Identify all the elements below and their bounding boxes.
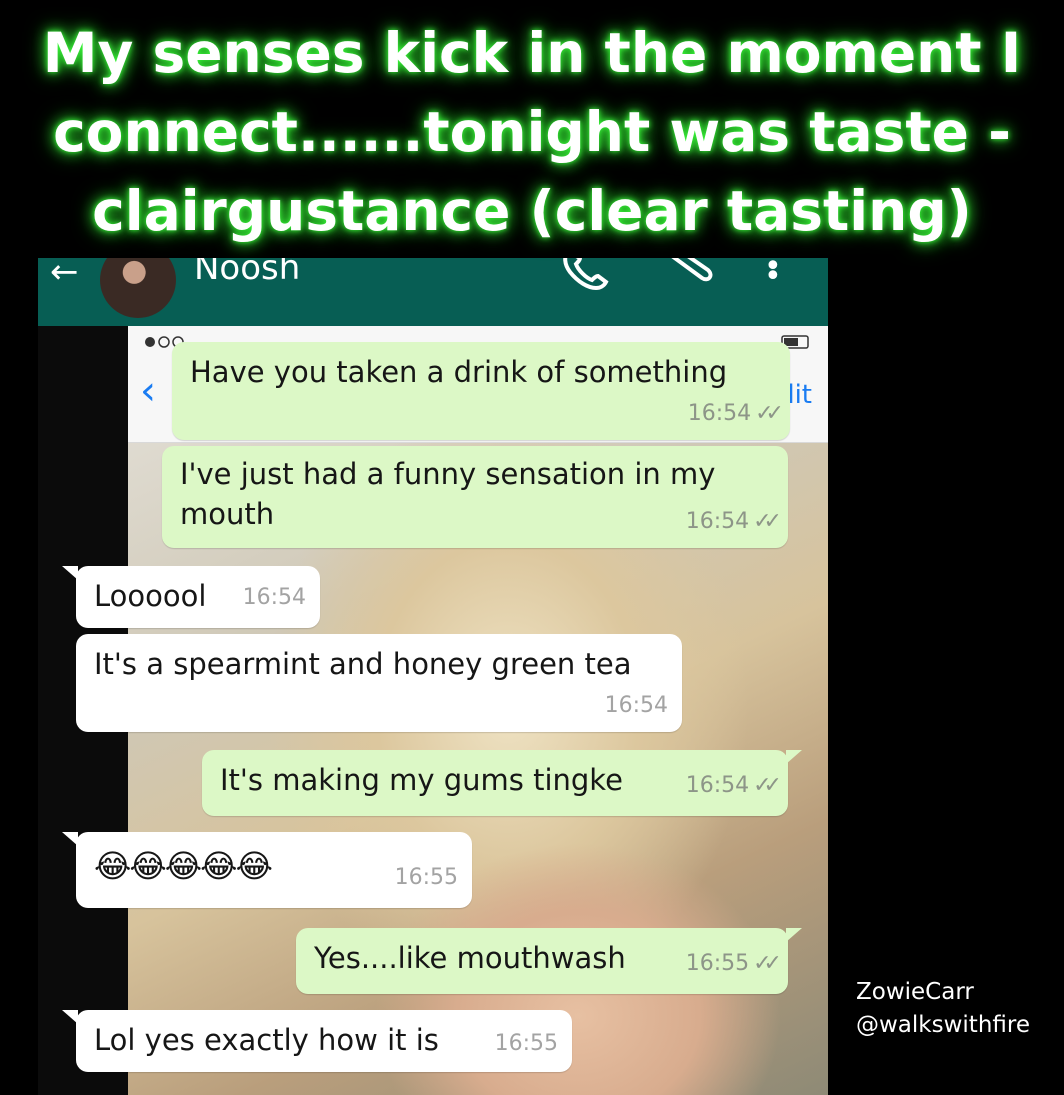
bubble-tail	[786, 928, 802, 942]
phone-call-icon[interactable]	[560, 258, 610, 296]
message-text: Lol yes exactly how it is	[94, 1023, 439, 1057]
chat-header: ← Noosh • •	[38, 258, 828, 326]
caption-line-1: My senses kick in the moment I	[42, 21, 1022, 85]
more-options-icon[interactable]: • •	[764, 258, 782, 292]
message-time: 16:54	[242, 585, 306, 610]
caption-overlay: My senses kick in the moment I connect..…	[0, 14, 1064, 251]
contact-name[interactable]: Noosh	[194, 258, 300, 288]
message-text: mouth	[180, 497, 275, 531]
read-receipt-icon: ✓✓	[753, 951, 782, 976]
bubble-tail	[786, 750, 802, 764]
avatar[interactable]	[100, 258, 176, 318]
message-time: 16:54	[687, 401, 752, 426]
message-text: Loooool	[94, 579, 207, 613]
message-text: It's making my gums tingke	[220, 763, 623, 797]
message-text: Yes....like mouthwash	[314, 941, 626, 975]
bubble-tail	[62, 832, 78, 846]
bubble-tail	[62, 566, 78, 580]
message-bubble-outgoing[interactable]: Have you taken a drink of something 16:5…	[172, 342, 790, 440]
message-meta: 16:55 ✓✓	[685, 944, 782, 984]
message-meta: 16:54 ✓✓	[685, 502, 782, 542]
chat-screenshot: ← Noosh • • ‹ dit Have you taken a drink …	[38, 258, 828, 1095]
read-receipt-icon: ✓✓	[753, 773, 782, 798]
message-text: I've just had a funny sensation in my	[180, 457, 716, 491]
message-meta: 16:54 ✓✓	[685, 766, 782, 806]
ios-back-icon[interactable]: ‹	[140, 368, 156, 414]
back-arrow-icon[interactable]: ←	[50, 258, 79, 292]
message-bubble-incoming[interactable]: Loooool 16:54	[62, 566, 320, 628]
message-time: 16:55	[394, 865, 458, 890]
author-credit: ZowieCarr @walkswithfire	[856, 976, 1030, 1042]
message-meta: 16:54 ✓✓	[687, 394, 784, 434]
message-bubble-outgoing[interactable]: It's making my gums tingke 16:54 ✓✓	[202, 750, 802, 816]
attach-icon[interactable]	[666, 258, 716, 290]
message-text: 😂😂😂😂😂	[94, 847, 273, 885]
read-receipt-icon: ✓✓	[753, 509, 782, 534]
message-time: 16:54	[685, 773, 750, 798]
author-handle: @walkswithfire	[856, 1012, 1030, 1038]
message-bubble-outgoing[interactable]: Yes....like mouthwash 16:55 ✓✓	[296, 928, 802, 994]
author-name: ZowieCarr	[856, 979, 974, 1005]
message-time: 16:54	[604, 693, 668, 718]
message-bubble-incoming[interactable]: 😂😂😂😂😂 16:55	[62, 832, 472, 908]
read-receipt-icon: ✓✓	[755, 401, 784, 426]
message-time: 16:55	[494, 1031, 558, 1056]
message-text: It's a spearmint and honey green tea	[94, 647, 632, 681]
message-time: 16:54	[685, 509, 750, 534]
caption-line-2: connect......tonight was taste -	[53, 100, 1011, 164]
bubble-tail	[62, 1010, 78, 1024]
message-bubble-outgoing[interactable]: I've just had a funny sensation in my mo…	[162, 446, 788, 548]
message-text: Have you taken a drink of something	[190, 355, 728, 389]
message-time: 16:55	[685, 951, 750, 976]
message-bubble-incoming[interactable]: Lol yes exactly how it is 16:55	[62, 1010, 572, 1072]
message-bubble-incoming[interactable]: It's a spearmint and honey green tea 16:…	[76, 634, 682, 732]
caption-line-3: clairgustance (clear tasting)	[92, 179, 972, 243]
